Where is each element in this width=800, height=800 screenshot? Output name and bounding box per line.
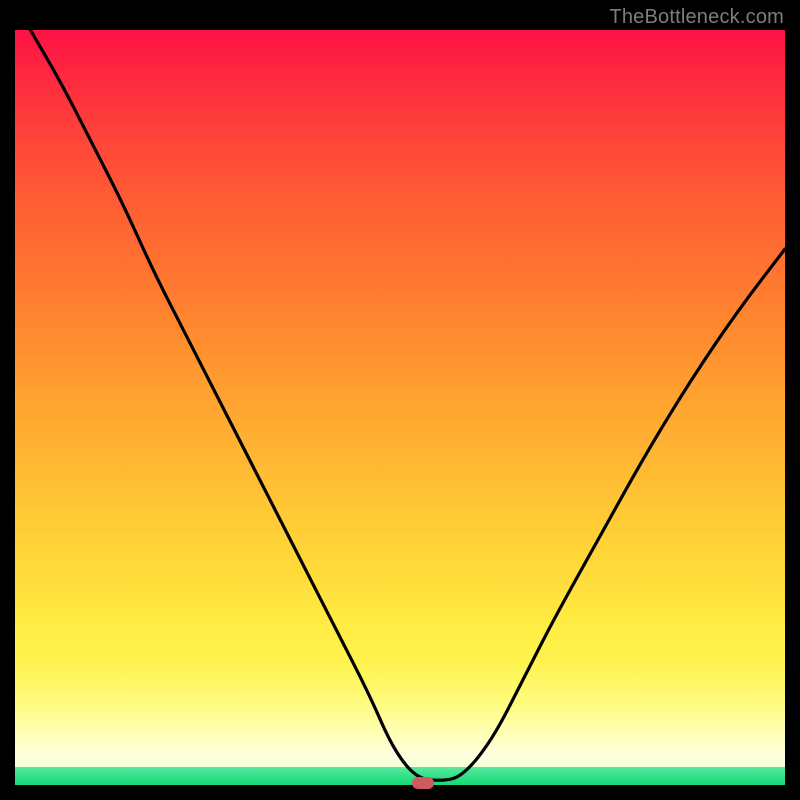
plot-area [15,15,785,785]
optimum-marker [412,777,434,789]
gradient-background [15,30,785,785]
chart-container: TheBottleneck.com [0,0,800,800]
